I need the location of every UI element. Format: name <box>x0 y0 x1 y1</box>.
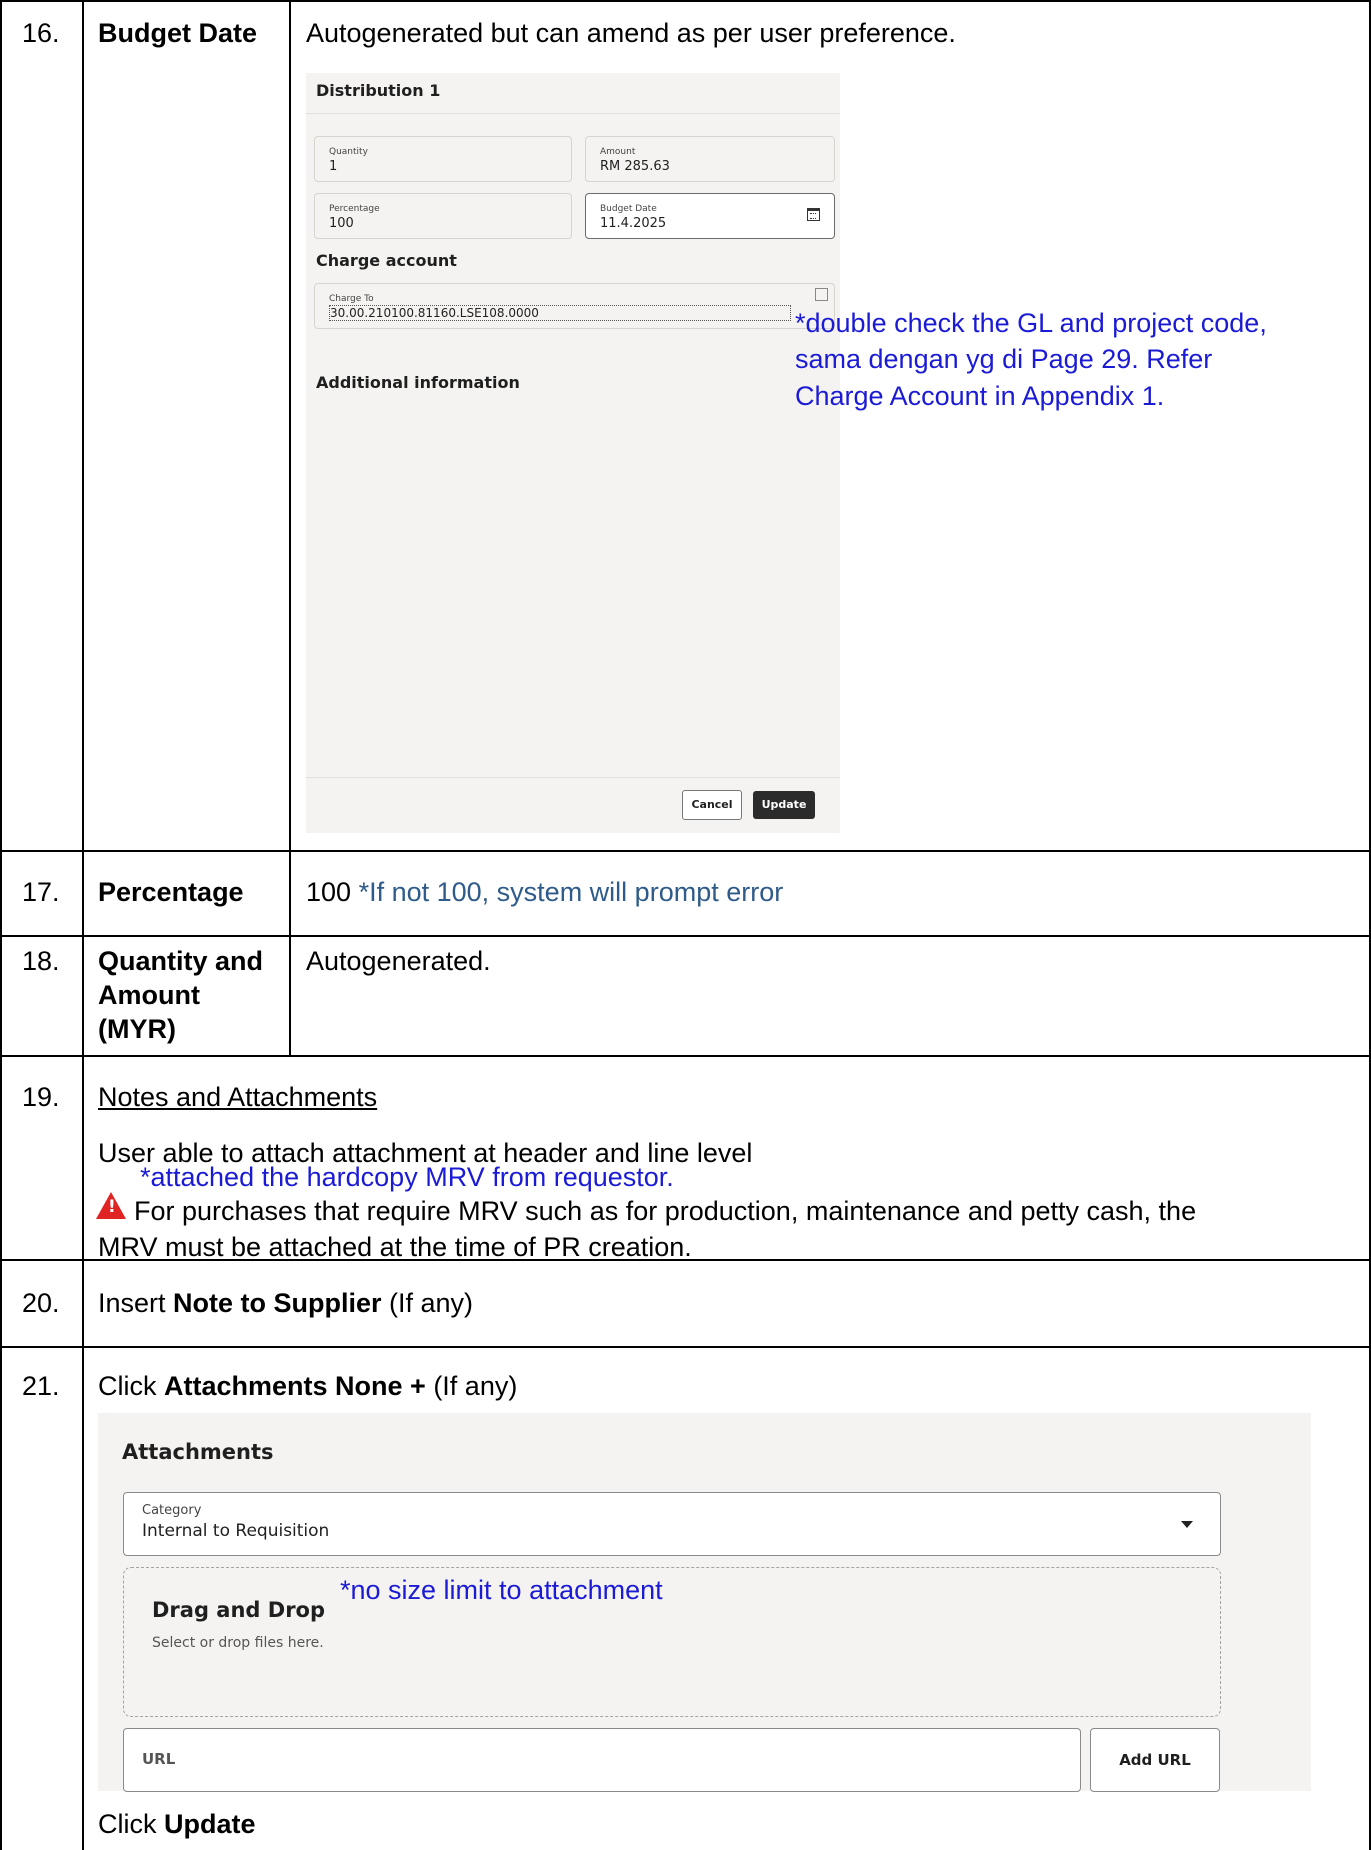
attachments-panel: Attachments Category Internal to Requisi… <box>98 1413 1311 1792</box>
category-value: Internal to Requisition <box>142 1521 330 1541</box>
amount-field: Amount RM 285.63 <box>585 136 835 182</box>
charge-to-field[interactable]: Charge To 30.00.210100.81160.LSE108.0000 <box>314 283 835 329</box>
annotation-line: Charge Account in Appendix 1. <box>795 381 1165 411</box>
drop-zone[interactable]: Drag and Drop Select or drop files here. <box>123 1567 1221 1717</box>
instruction-emphasis: Attachments None + <box>164 1371 426 1401</box>
charge-to-label: Charge To <box>329 294 374 304</box>
table-border <box>289 0 291 1055</box>
section-heading: Notes and Attachments <box>98 1082 378 1112</box>
document-page: 16. Budget Date Autogenerated but can am… <box>0 0 1371 1850</box>
table-border <box>82 0 84 1850</box>
field-name: Budget Date <box>98 18 258 48</box>
field-name-line: Quantity and <box>98 946 264 976</box>
annotation-line: *double check the GL and project code, <box>795 308 1267 338</box>
percentage-value: 100 <box>306 877 352 907</box>
percentage-label: Percentage <box>329 204 380 214</box>
annotation: *If not 100, system will prompt error <box>358 877 784 907</box>
amount-label: Amount <box>600 147 636 157</box>
instruction-text: Insert <box>98 1288 174 1318</box>
url-placeholder: URL <box>142 1750 176 1768</box>
percentage-field[interactable]: Percentage 100 <box>314 193 572 239</box>
warning-text: MRV must be attached at the time of PR c… <box>98 1232 692 1262</box>
chevron-down-icon[interactable] <box>1181 1521 1193 1528</box>
external-link-icon[interactable] <box>815 288 828 301</box>
instruction: Click Update <box>98 1807 256 1841</box>
row-number: 18. <box>22 946 60 976</box>
charge-to-value: 30.00.210100.81160.LSE108.0000 <box>329 305 791 321</box>
url-input[interactable]: URL <box>123 1728 1081 1792</box>
quantity-label: Quantity <box>329 147 368 157</box>
annotation: *no size limit to attachment <box>340 1575 663 1605</box>
field-description: Autogenerated. <box>306 946 491 976</box>
cancel-button[interactable]: Cancel <box>682 790 742 820</box>
instruction: Click Attachments None + (If any) <box>98 1369 517 1403</box>
quantity-value: 1 <box>329 159 338 174</box>
row-number: 21. <box>22 1371 60 1401</box>
table-border <box>0 0 1371 2</box>
additional-info-title: Additional information <box>316 373 520 392</box>
row-number: 19. <box>22 1082 60 1112</box>
row-number: 20. <box>22 1288 60 1318</box>
warning-text: For purchases that require MRV such as f… <box>134 1196 1197 1226</box>
add-url-button[interactable]: Add URL <box>1090 1728 1220 1792</box>
amount-value: RM 285.63 <box>600 159 670 174</box>
attachments-title: Attachments <box>122 1440 274 1464</box>
budget-date-value: 11.4.2025 <box>600 216 667 231</box>
charge-account-title: Charge account <box>316 251 457 270</box>
field-name-line: Amount <box>98 980 200 1010</box>
annotation-line: sama dengan yg di Page 29. Refer <box>795 344 1213 374</box>
field-name: Percentage <box>98 877 244 907</box>
table-border <box>0 935 1371 937</box>
update-button[interactable]: Update <box>753 791 815 819</box>
warning-icon: ! <box>96 1192 126 1219</box>
instruction: Insert Note to Supplier (If any) <box>98 1286 473 1320</box>
drag-drop-hint: Select or drop files here. <box>152 1635 324 1651</box>
budget-date-field[interactable]: Budget Date 11.4.2025 <box>585 193 835 239</box>
table-border <box>0 850 1371 852</box>
category-label: Category <box>142 1503 202 1518</box>
field-description: Autogenerated but can amend as per user … <box>306 18 956 48</box>
divider <box>306 777 840 778</box>
field-name-line: (MYR) <box>98 1014 176 1044</box>
table-border <box>0 1055 1371 1057</box>
instruction-emphasis: Note to Supplier <box>173 1288 382 1318</box>
quantity-field: Quantity 1 <box>314 136 572 182</box>
table-border <box>0 0 2 1850</box>
calendar-icon[interactable] <box>807 208 820 221</box>
budget-date-label: Budget Date <box>600 204 657 214</box>
divider <box>306 113 840 114</box>
category-select[interactable]: Category Internal to Requisition <box>123 1492 1221 1556</box>
table-border <box>0 1346 1371 1348</box>
row-number: 17. <box>22 877 60 907</box>
annotation: *attached the hardcopy MRV from requesto… <box>140 1162 674 1192</box>
instruction-text: Click <box>98 1809 164 1839</box>
distribution-panel: Distribution 1 Quantity 1 Amount RM 285.… <box>306 73 840 833</box>
distribution-title: Distribution 1 <box>316 81 441 100</box>
percentage-value: 100 <box>329 216 354 231</box>
instruction-text: (If any) <box>425 1371 518 1401</box>
row-number: 16. <box>22 18 60 48</box>
field-description: 100 *If not 100, system will prompt erro… <box>306 875 783 909</box>
instruction-text: (If any) <box>381 1288 474 1318</box>
drag-drop-title: Drag and Drop <box>152 1598 326 1622</box>
instruction-text: Click <box>98 1371 164 1401</box>
instruction-emphasis: Update <box>164 1809 256 1839</box>
